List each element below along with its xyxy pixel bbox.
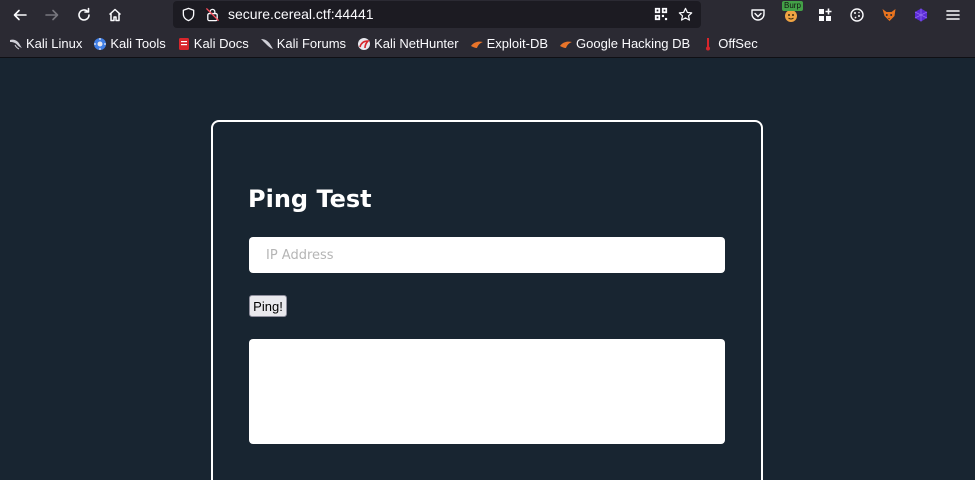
- bookmark-kali-nethunter[interactable]: Kali NetHunter: [357, 34, 459, 54]
- bookmark-kali-linux[interactable]: Kali Linux: [9, 34, 82, 54]
- bookmark-kali-tools[interactable]: Kali Tools: [93, 34, 166, 54]
- menu-icon[interactable]: [943, 5, 963, 25]
- home-button[interactable]: [103, 3, 127, 27]
- nethunter-icon: [357, 37, 371, 51]
- kali-docs-icon: [177, 37, 191, 51]
- ghdb-icon: [559, 37, 573, 51]
- qr-code-icon[interactable]: [653, 6, 669, 22]
- bookmark-exploit-db[interactable]: Exploit-DB: [470, 34, 548, 54]
- bookmark-star-icon[interactable]: [677, 6, 693, 22]
- offsec-icon: [701, 37, 715, 51]
- shield-icon[interactable]: [180, 6, 196, 22]
- url-text[interactable]: secure.cereal.ctf:44441: [228, 6, 374, 22]
- page-title: Ping Test: [248, 185, 372, 213]
- browser-toolbar: secure.cereal.ctf:44441 Burp: [0, 0, 975, 30]
- url-bar[interactable]: secure.cereal.ctf:44441: [173, 1, 701, 28]
- extensions-icon[interactable]: [815, 5, 835, 25]
- ping-button[interactable]: Ping!: [249, 295, 287, 317]
- foxyproxy-icon[interactable]: [879, 5, 899, 25]
- ping-output-box: [249, 339, 725, 444]
- insecure-lock-icon[interactable]: [204, 6, 220, 22]
- kali-tools-icon: [93, 37, 107, 51]
- back-arrow-icon: [13, 9, 27, 21]
- exploit-db-icon: [470, 37, 484, 51]
- reload-icon: [78, 7, 90, 21]
- bookmark-kali-forums[interactable]: Kali Forums: [260, 34, 346, 54]
- bookmark-google-hacking-db[interactable]: Google Hacking DB: [559, 34, 690, 54]
- purple-extension-icon[interactable]: [911, 5, 931, 25]
- reload-button[interactable]: [72, 3, 96, 27]
- back-button[interactable]: [8, 3, 32, 27]
- bookmarks-bar: Kali Linux Kali Tools Kali Docs Kali For…: [0, 30, 975, 58]
- pocket-icon[interactable]: [748, 5, 768, 25]
- burp-badge: Burp: [782, 1, 803, 11]
- cookie-icon[interactable]: [847, 5, 867, 25]
- forward-arrow-icon: [45, 9, 59, 21]
- kali-dragon-icon: [9, 37, 23, 51]
- forward-button[interactable]: [40, 3, 64, 27]
- bookmark-offsec[interactable]: OffSec: [701, 34, 758, 54]
- kali-forums-icon: [260, 37, 274, 51]
- home-icon: [108, 8, 122, 22]
- bookmark-kali-docs[interactable]: Kali Docs: [177, 34, 249, 54]
- ip-address-input[interactable]: [249, 237, 725, 273]
